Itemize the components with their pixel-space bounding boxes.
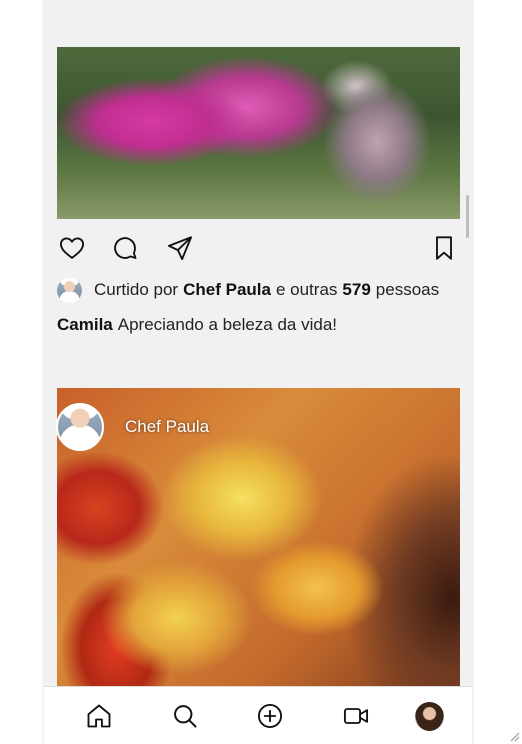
author-name[interactable]: Chef Paula bbox=[125, 417, 209, 437]
nav-home[interactable] bbox=[84, 701, 114, 731]
add-icon bbox=[257, 703, 283, 729]
liked-by-prefix: Curtido por bbox=[94, 280, 179, 299]
save-button[interactable] bbox=[429, 233, 459, 263]
bottom-nav bbox=[44, 686, 472, 744]
feed[interactable]: Curtido por Chef Paula e outras 579 pess… bbox=[44, 0, 472, 686]
caption-text: Apreciando a beleza da vida! bbox=[117, 315, 338, 334]
nav-video[interactable] bbox=[341, 701, 371, 731]
home-icon bbox=[87, 704, 111, 728]
send-icon bbox=[167, 236, 193, 261]
post-author[interactable]: Chef Paula bbox=[56, 402, 209, 452]
nav-search[interactable] bbox=[170, 701, 200, 731]
pink-flower-photo bbox=[57, 47, 460, 219]
search-icon bbox=[174, 705, 197, 728]
likes-count: 579 bbox=[342, 280, 371, 299]
post-caption: Camila Apreciando a beleza da vida! bbox=[57, 315, 337, 335]
heart-icon bbox=[59, 237, 85, 259]
avatar[interactable] bbox=[56, 403, 104, 451]
resize-grip-icon[interactable] bbox=[506, 728, 520, 742]
avatar bbox=[57, 277, 82, 303]
post-actions bbox=[57, 229, 460, 267]
liked-by[interactable]: Curtido por Chef Paula e outras 579 pess… bbox=[57, 277, 444, 303]
comment-icon bbox=[114, 237, 137, 259]
share-button[interactable] bbox=[165, 233, 195, 263]
profile-avatar bbox=[414, 701, 444, 731]
liked-by-suffix: pessoas bbox=[375, 280, 440, 299]
video-icon bbox=[343, 708, 369, 724]
caption-user[interactable]: Camila bbox=[57, 315, 113, 334]
scrollbar[interactable] bbox=[466, 195, 469, 238]
nav-profile[interactable] bbox=[414, 701, 444, 731]
phone-frame: Curtido por Chef Paula e outras 579 pess… bbox=[44, 0, 472, 744]
nav-add[interactable] bbox=[255, 701, 285, 731]
liked-by-middle: e outras bbox=[275, 280, 338, 299]
post-image[interactable] bbox=[57, 47, 460, 219]
liked-by-user[interactable]: Chef Paula bbox=[183, 280, 271, 300]
comment-button[interactable] bbox=[110, 233, 140, 263]
like-button[interactable] bbox=[57, 233, 87, 263]
bookmark-icon bbox=[436, 236, 452, 260]
